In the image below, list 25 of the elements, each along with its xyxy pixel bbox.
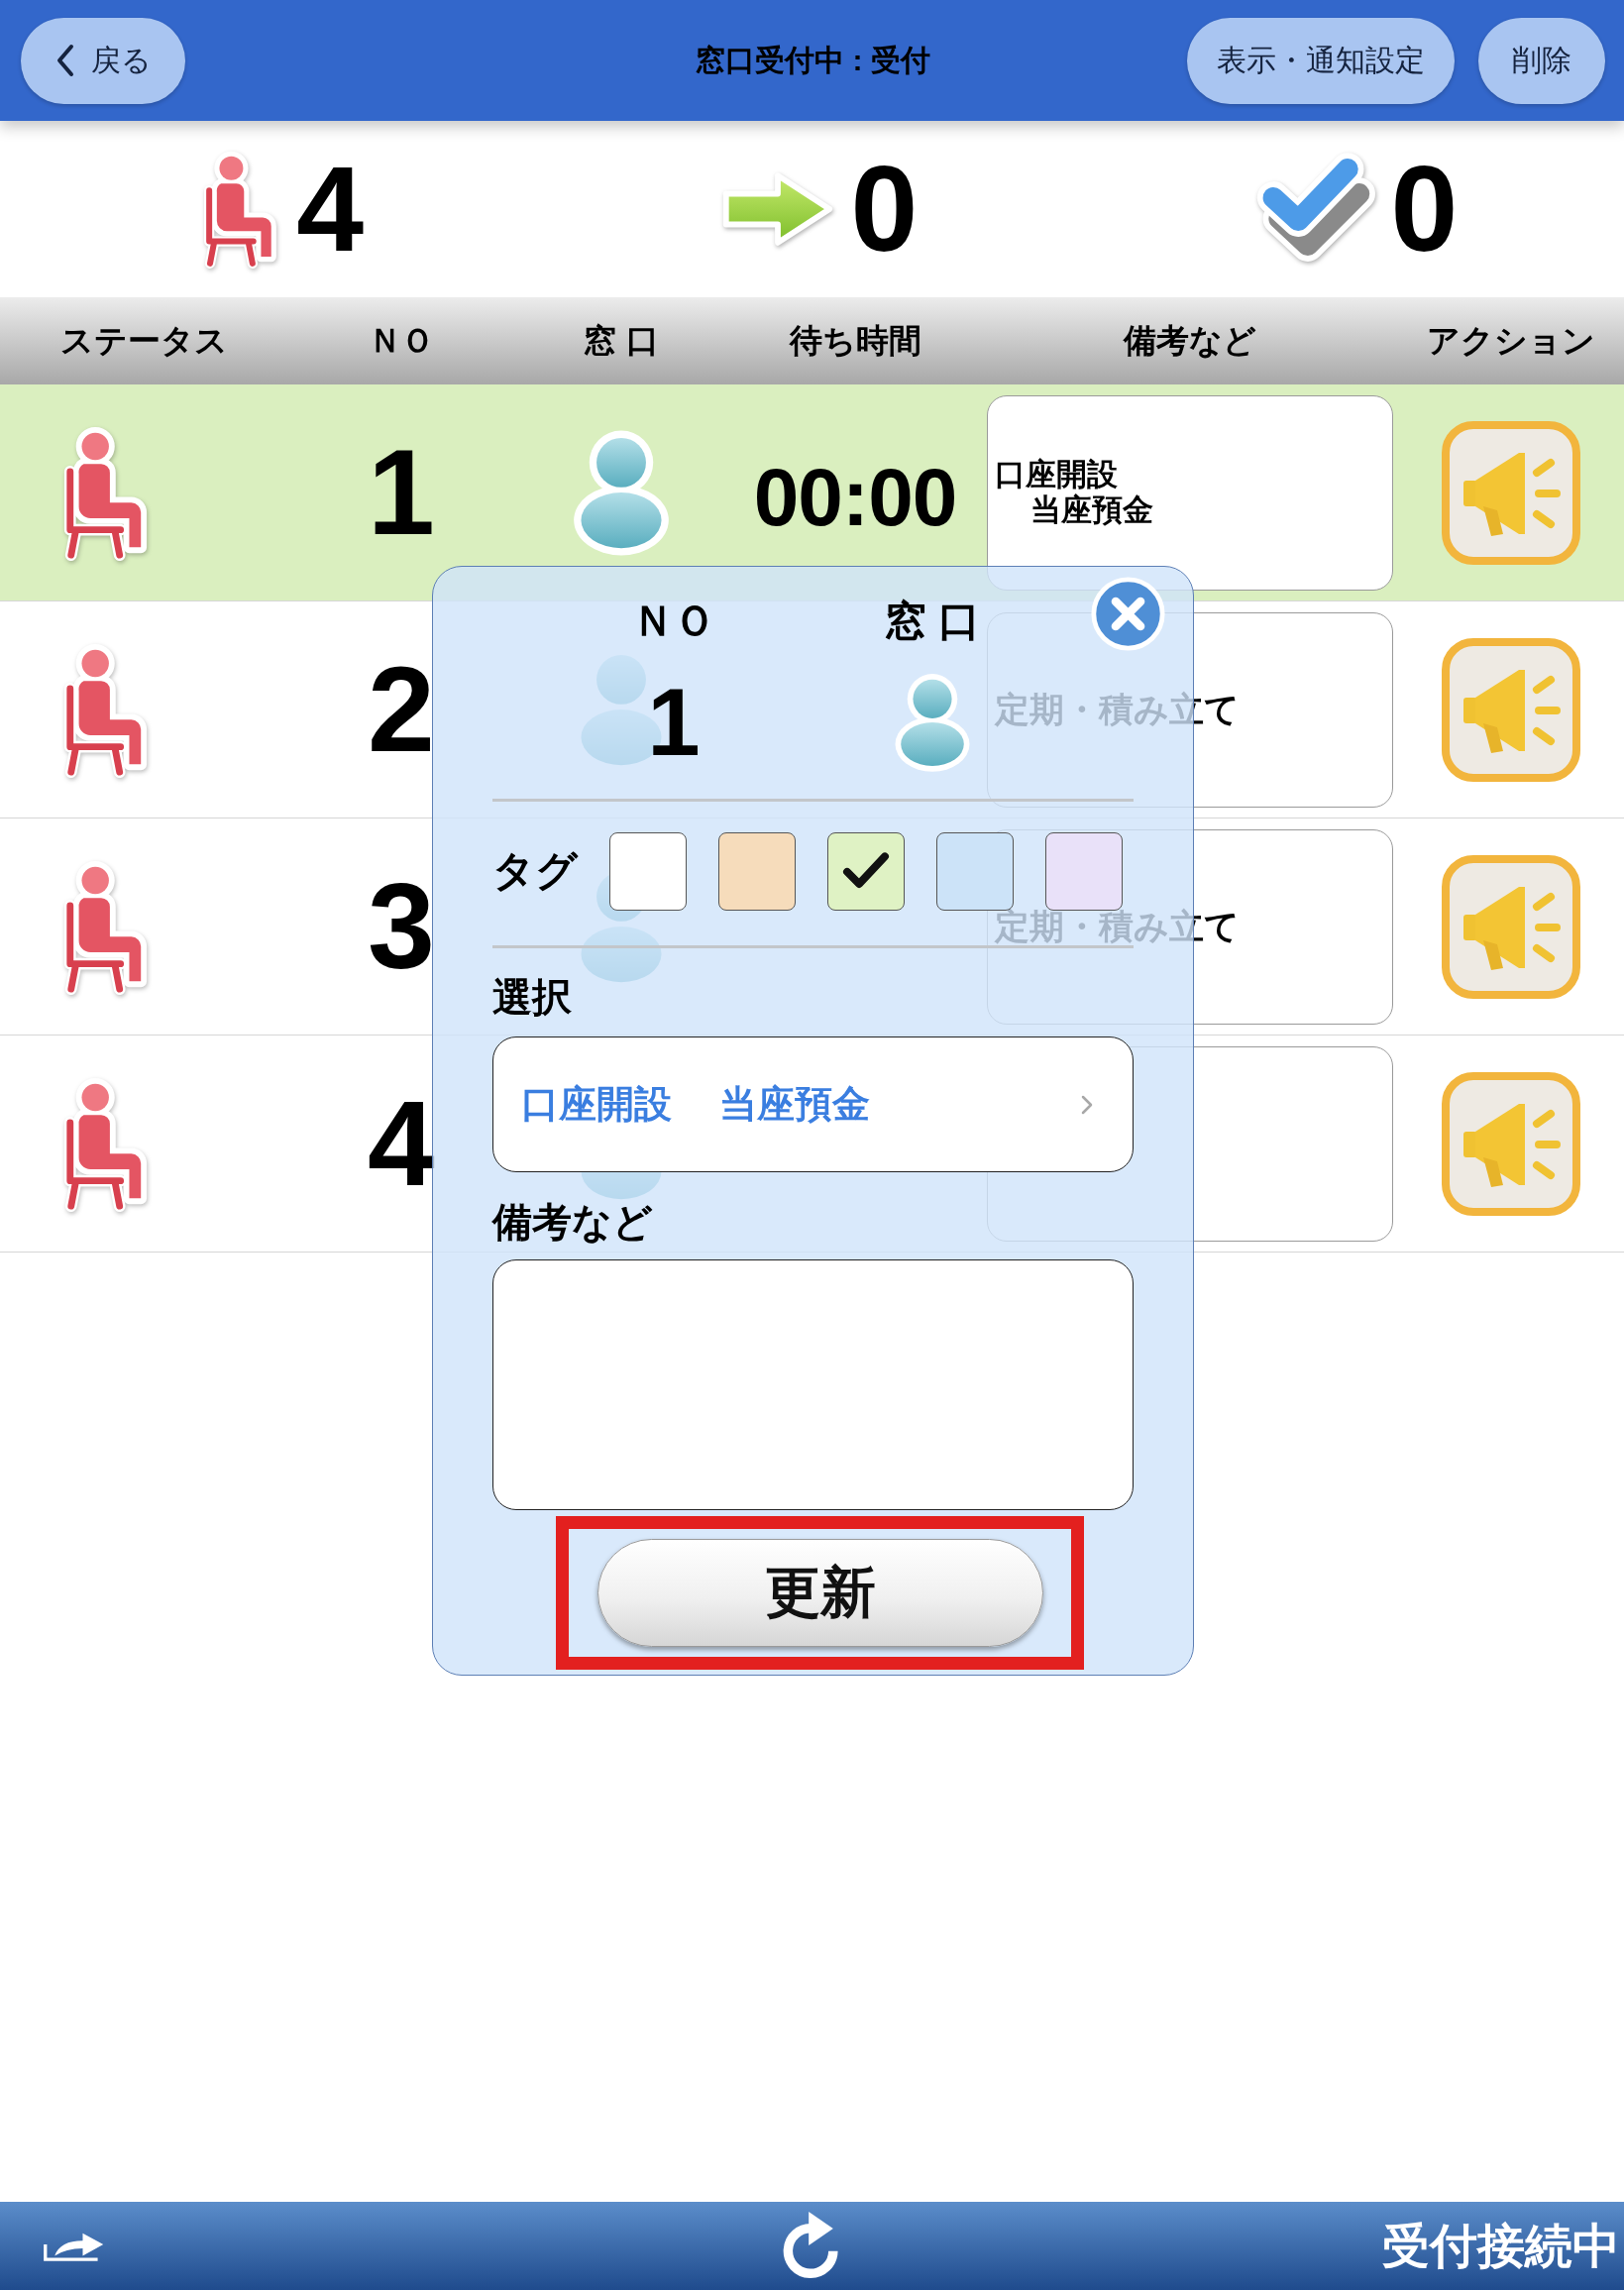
column-header: 備考など <box>1124 320 1256 361</box>
field-label: タグ <box>492 846 580 896</box>
ticket-number: 1 <box>368 432 435 553</box>
screen-title: 窓口受付中 : 受付 <box>696 42 930 78</box>
column-header: 窓 口 <box>584 320 659 361</box>
connection-status: 受付接続中 <box>1382 2218 1621 2274</box>
ticket-number: 2 <box>368 649 435 770</box>
remark-text: 当座預金 <box>1030 492 1153 528</box>
selection-value: 口座開設 <box>521 1082 672 1127</box>
column-header: アクション <box>1426 320 1595 361</box>
field-label: ＮＯ <box>632 600 715 642</box>
remark-text: 口座開設 <box>995 457 1118 492</box>
selection-value: 当座預金 <box>719 1082 870 1127</box>
field-label: 選択 <box>492 974 573 1021</box>
column-header: ＮＯ <box>369 320 434 361</box>
summary-count: 0 <box>1390 149 1459 270</box>
summary-count: 0 <box>850 149 919 270</box>
summary-count: 4 <box>296 149 365 270</box>
ticket-number: 3 <box>368 866 435 987</box>
wait-time: 00:00 <box>753 457 957 538</box>
field-label: 備考など <box>492 1199 654 1246</box>
column-header: 待ち時間 <box>789 320 921 361</box>
field-label: 窓 口 <box>885 600 980 642</box>
ticket-number: 1 <box>647 675 701 770</box>
column-header: ステータス <box>59 320 228 361</box>
